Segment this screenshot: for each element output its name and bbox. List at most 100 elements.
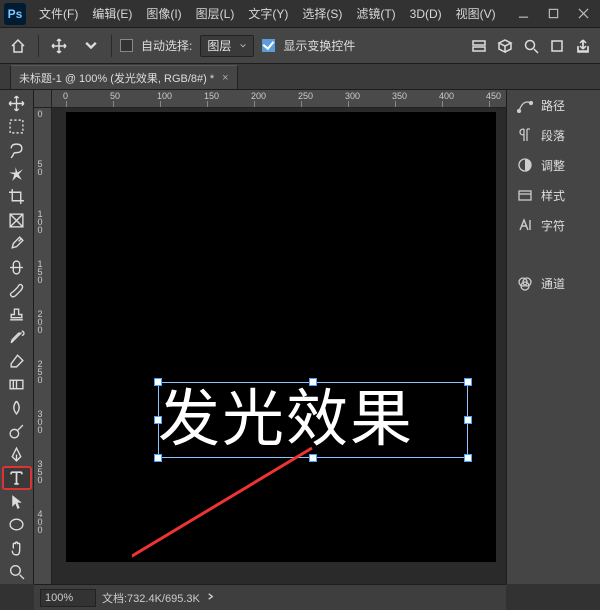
panel-adjustments[interactable]: 调整 (507, 150, 600, 180)
document-canvas[interactable]: 发光效果 (66, 112, 496, 562)
zoom-level[interactable]: 100% (40, 589, 96, 607)
ruler-horizontal[interactable]: 050100150200250300350400450 (34, 90, 506, 108)
show-transform-checkbox[interactable] (262, 39, 275, 52)
transform-handle-bm[interactable] (309, 454, 317, 462)
transform-handle-bl[interactable] (154, 454, 162, 462)
dropdown-value: 图层 (207, 37, 231, 54)
menu-select[interactable]: 选择(S) (295, 0, 349, 28)
show-transform-label: 显示变换控件 (283, 37, 355, 54)
text-content: 发光效果 (158, 382, 468, 458)
ruler-tick: 450 (486, 91, 501, 101)
panel-character-label: 字符 (541, 217, 565, 234)
move-tool-icon[interactable] (47, 34, 71, 58)
ruler-tick: 300 (345, 91, 360, 101)
panels-dock: 路径 段落 调整 样式 字符 通道 (506, 90, 600, 584)
type-tool[interactable] (3, 467, 31, 489)
close-tab-icon[interactable]: × (222, 72, 228, 84)
ruler-tick: 250 (298, 91, 313, 101)
ruler-tick: 250 (35, 359, 45, 383)
ruler-tick: 150 (35, 259, 45, 283)
quick-share-icon[interactable] (546, 34, 568, 58)
panel-styles[interactable]: 样式 (507, 180, 600, 210)
canvas-area[interactable]: 发光效果 (52, 108, 506, 584)
transform-handle-tm[interactable] (309, 378, 317, 386)
tool-preset-chevron-icon[interactable] (79, 34, 103, 58)
blur-tool[interactable] (3, 396, 31, 418)
text-layer[interactable]: 发光效果 (158, 382, 468, 458)
transform-handle-ml[interactable] (154, 416, 162, 424)
app-logo-text: Ps (8, 7, 23, 21)
menu-type[interactable]: 文字(Y) (241, 0, 295, 28)
status-menu-icon[interactable] (206, 592, 215, 604)
panel-adjustments-label: 调整 (541, 157, 565, 174)
auto-select-dropdown[interactable]: 图层 (200, 35, 254, 57)
ruler-vertical[interactable]: 050100150200250300350400 (34, 108, 52, 584)
search-icon[interactable] (520, 34, 542, 58)
stamp-tool[interactable] (3, 303, 31, 325)
panel-channels-label: 通道 (541, 275, 565, 292)
app-logo: Ps (4, 3, 26, 25)
frame-tool[interactable] (3, 209, 31, 231)
gradient-tool[interactable] (3, 373, 31, 395)
tools-panel (0, 90, 34, 584)
panel-paths[interactable]: 路径 (507, 90, 600, 120)
divider (111, 35, 112, 57)
home-icon[interactable] (6, 34, 30, 58)
shape-tool[interactable] (3, 514, 31, 536)
ruler-h-track: 050100150200250300350400450 (52, 90, 506, 107)
quick-select-tool[interactable] (3, 162, 31, 184)
ruler-tick: 300 (35, 409, 45, 433)
panel-character[interactable]: 字符 (507, 210, 600, 240)
menu-layer[interactable]: 图层(L) (189, 0, 242, 28)
zoom-tool[interactable] (3, 560, 31, 582)
menu-bar: Ps 文件(F) 编辑(E) 图像(I) 图层(L) 文字(Y) 选择(S) 滤… (0, 0, 600, 28)
share-icon[interactable] (572, 34, 594, 58)
ruler-tick: 50 (110, 91, 120, 101)
marquee-tool[interactable] (3, 115, 31, 137)
transform-handle-br[interactable] (464, 454, 472, 462)
menu-3d[interactable]: 3D(D) (403, 0, 449, 28)
workspace: 050100150200250300350400450 050100150200… (34, 90, 506, 584)
dodge-tool[interactable] (3, 420, 31, 442)
pen-tool[interactable] (3, 443, 31, 465)
crop-tool[interactable] (3, 186, 31, 208)
history-brush-tool[interactable] (3, 326, 31, 348)
document-tab-bar: 未标题-1 @ 100% (发光效果, RGB/8#) * × (0, 64, 600, 90)
ruler-tick: 200 (251, 91, 266, 101)
ruler-tick: 400 (35, 509, 45, 533)
close-button[interactable] (568, 0, 598, 28)
brush-tool[interactable] (3, 279, 31, 301)
eyedropper-tool[interactable] (3, 233, 31, 255)
ruler-tick: 350 (35, 459, 45, 483)
ruler-tick: 350 (392, 91, 407, 101)
ruler-tick: 200 (35, 309, 45, 333)
eraser-tool[interactable] (3, 350, 31, 372)
document-title: 未标题-1 @ 100% (发光效果, RGB/8#) * (19, 70, 214, 86)
healing-tool[interactable] (3, 256, 31, 278)
move-tool[interactable] (3, 92, 31, 114)
transform-handle-tr[interactable] (464, 378, 472, 386)
panel-styles-label: 样式 (541, 187, 565, 204)
menu-view[interactable]: 视图(V) (449, 0, 503, 28)
transform-handle-tl[interactable] (154, 378, 162, 386)
ruler-tick: 50 (35, 159, 45, 175)
3d-mode-icon[interactable] (494, 34, 516, 58)
main-menu: 文件(F) 编辑(E) 图像(I) 图层(L) 文字(Y) 选择(S) 滤镜(T… (32, 0, 503, 28)
maximize-button[interactable] (538, 0, 568, 28)
transform-handle-mr[interactable] (464, 416, 472, 424)
minimize-button[interactable] (508, 0, 538, 28)
path-select-tool[interactable] (3, 490, 31, 512)
auto-select-checkbox[interactable] (120, 39, 133, 52)
menu-filter[interactable]: 滤镜(T) (349, 0, 402, 28)
lasso-tool[interactable] (3, 139, 31, 161)
hand-tool[interactable] (3, 537, 31, 559)
menu-image[interactable]: 图像(I) (139, 0, 188, 28)
menu-file[interactable]: 文件(F) (32, 0, 85, 28)
document-tab[interactable]: 未标题-1 @ 100% (发光效果, RGB/8#) * × (10, 65, 238, 89)
menu-edit[interactable]: 编辑(E) (85, 0, 139, 28)
ruler-corner (34, 90, 52, 107)
panel-channels[interactable]: 通道 (507, 268, 600, 298)
panel-paragraph[interactable]: 段落 (507, 120, 600, 150)
align-icon[interactable] (468, 34, 490, 58)
ruler-tick: 0 (35, 109, 45, 117)
